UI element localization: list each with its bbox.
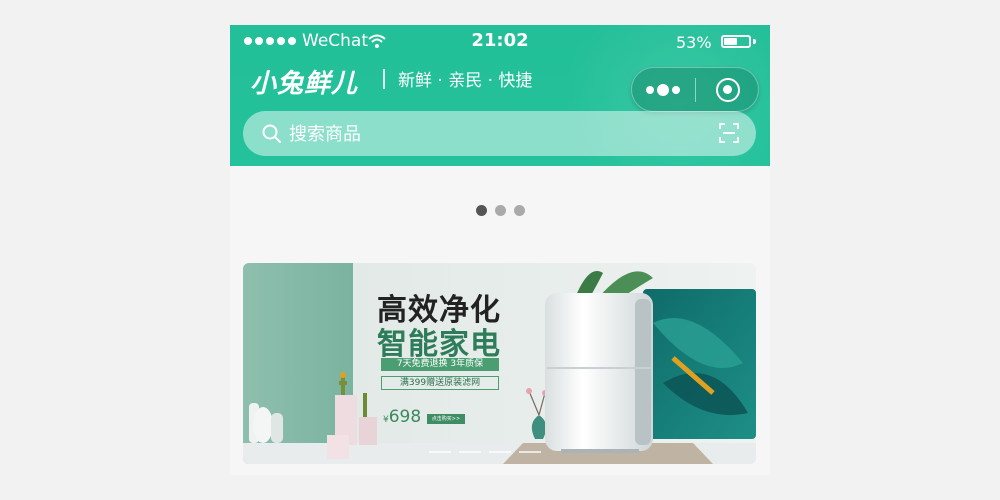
carousel-dot[interactable] xyxy=(494,205,506,216)
battery-percent: 53% xyxy=(676,33,712,52)
banner-price: ¥698 xyxy=(383,407,421,427)
banner-tag-gift: 满399赠送原装滤网 xyxy=(381,376,499,390)
phone-screen: WeChat 21:02 53% 小兔鲜儿 新鲜 · 亲民 · 快捷 搜索商品 … xyxy=(230,25,770,475)
scan-icon[interactable] xyxy=(719,123,739,143)
carousel-indicator xyxy=(230,205,770,216)
brand-logo: 小兔鲜儿 xyxy=(250,69,359,99)
banner-title-line2: 智能家电 xyxy=(377,327,501,362)
search-icon xyxy=(262,124,281,143)
more-dots-icon[interactable] xyxy=(646,82,686,98)
brand-slogan: 新鲜 · 亲民 · 快捷 xyxy=(398,71,533,91)
carousel-dot[interactable] xyxy=(475,205,487,216)
carousel-dot[interactable] xyxy=(513,205,525,216)
search-bar[interactable] xyxy=(243,111,756,156)
capsule-divider xyxy=(695,78,696,102)
search-input[interactable] xyxy=(287,119,691,149)
miniprogram-capsule xyxy=(631,67,759,112)
battery-level xyxy=(724,38,737,45)
brand-divider xyxy=(383,69,385,89)
circle-close-icon[interactable] xyxy=(716,78,740,102)
price-value: 698 xyxy=(388,407,422,427)
battery-icon xyxy=(721,35,751,48)
promo-banner[interactable]: 高效净化 智能家电 7天免费退换 3年质保 满399赠送原装滤网 ¥698 点击… xyxy=(243,263,756,464)
banner-buy-button[interactable]: 点击购买>> xyxy=(427,414,465,424)
status-bar: WeChat 21:02 53% xyxy=(230,25,770,59)
banner-tag-warranty: 7天免费退换 3年质保 xyxy=(381,358,499,371)
banner-slide-indicator xyxy=(429,451,541,453)
battery-cap xyxy=(753,39,756,44)
